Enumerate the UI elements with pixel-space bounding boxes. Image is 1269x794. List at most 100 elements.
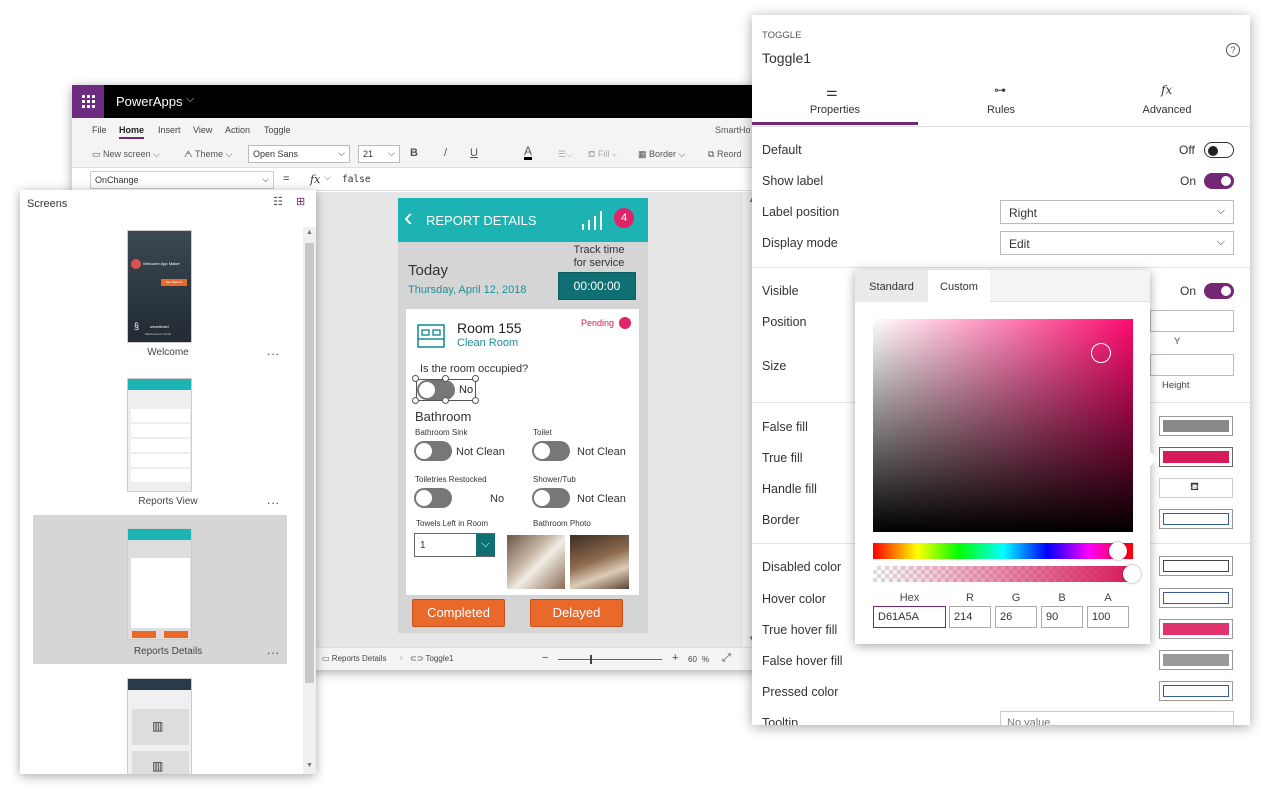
- a-input[interactable]: 100: [1087, 606, 1129, 628]
- resize-handle[interactable]: [442, 375, 449, 382]
- visible-toggle[interactable]: [1204, 283, 1234, 299]
- hue-slider[interactable]: [873, 543, 1133, 559]
- r-input[interactable]: 214: [949, 606, 991, 628]
- towels-dropdown[interactable]: 1 ⌵: [414, 533, 495, 557]
- chevron-down-icon: ⌵: [338, 148, 345, 158]
- back-arrow-icon[interactable]: ‹: [404, 202, 413, 232]
- tab-advanced[interactable]: fx Advanced: [1084, 80, 1250, 125]
- fx-icon[interactable]: fx: [310, 173, 320, 186]
- toilet-toggle[interactable]: [532, 441, 570, 461]
- tooltip-input[interactable]: [1000, 711, 1234, 725]
- zoom-out-button[interactable]: −: [542, 652, 548, 664]
- font-color-button[interactable]: A: [524, 145, 533, 160]
- display-mode-select[interactable]: Edit ⌵: [1000, 231, 1234, 255]
- notification-badge[interactable]: 4: [614, 208, 634, 228]
- formula-input[interactable]: false: [342, 174, 371, 185]
- italic-button[interactable]: /: [444, 147, 447, 159]
- occupied-toggle[interactable]: [417, 380, 455, 400]
- menu-home[interactable]: Home: [119, 125, 145, 139]
- menu-file[interactable]: File: [92, 125, 107, 135]
- align-icon[interactable]: ☰⌵: [558, 149, 573, 160]
- zoom-in-button[interactable]: +: [672, 652, 678, 664]
- zoom-slider-thumb[interactable]: [590, 655, 592, 664]
- menu-view[interactable]: View: [193, 125, 212, 135]
- hex-input[interactable]: D61A5A: [873, 606, 946, 628]
- more-icon[interactable]: ...: [267, 643, 280, 657]
- show-label-toggle[interactable]: [1204, 173, 1234, 189]
- new-screen-button[interactable]: ▭ New screen ⌵: [92, 149, 160, 160]
- true-fill-swatch[interactable]: [1159, 447, 1233, 467]
- menu-action[interactable]: Action: [225, 125, 250, 135]
- zoom-slider[interactable]: [558, 659, 662, 660]
- scroll-down-icon[interactable]: ▼: [306, 762, 313, 769]
- scrollbar-thumb[interactable]: [305, 243, 314, 683]
- theme-button[interactable]: ᗅ Theme ⌵: [184, 149, 232, 160]
- alpha-slider[interactable]: [873, 566, 1133, 582]
- control-name[interactable]: Toggle1: [762, 50, 811, 66]
- disabled-color-swatch[interactable]: [1159, 556, 1233, 576]
- scroll-up-icon[interactable]: ▲: [306, 229, 313, 236]
- false-fill-swatch[interactable]: [1159, 416, 1233, 436]
- alpha-handle[interactable]: [1123, 565, 1141, 583]
- chevron-down-icon[interactable]: ⌵: [476, 534, 495, 556]
- tab-rules[interactable]: ⊶ Rules: [918, 80, 1084, 125]
- timer-button[interactable]: 00:00:00: [558, 272, 636, 300]
- hover-color-swatch[interactable]: [1159, 588, 1233, 608]
- more-icon[interactable]: ...: [267, 493, 280, 507]
- resize-handle[interactable]: [412, 397, 419, 404]
- pressed-color-swatch[interactable]: [1159, 681, 1233, 701]
- border-swatch[interactable]: [1159, 509, 1233, 529]
- completed-button[interactable]: Completed: [412, 599, 505, 627]
- resize-handle[interactable]: [472, 397, 479, 404]
- screen-thumb-analytics[interactable]: ▥ ▥: [127, 678, 192, 774]
- app-name[interactable]: PowerApps: [116, 94, 182, 109]
- waffle-icon[interactable]: [72, 85, 104, 118]
- false-hover-swatch[interactable]: [1159, 650, 1233, 670]
- help-icon[interactable]: ?: [1226, 43, 1240, 57]
- zoom-unit: %: [702, 655, 710, 664]
- more-icon[interactable]: ...: [267, 344, 280, 358]
- handle-fill-swatch[interactable]: ⛾: [1159, 478, 1233, 498]
- tab-properties[interactable]: ⚌ Properties: [752, 80, 918, 125]
- property-select[interactable]: OnChange ⌵: [90, 171, 274, 189]
- font-select[interactable]: Open Sans ⌵: [248, 145, 350, 163]
- chevron-down-icon[interactable]: ⌵: [324, 172, 331, 183]
- saturation-handle[interactable]: [1091, 343, 1111, 363]
- control-crumb[interactable]: ⊂⊃ Toggle1: [410, 654, 454, 663]
- sink-toggle[interactable]: [414, 441, 452, 461]
- b-input[interactable]: 90: [1041, 606, 1083, 628]
- resize-handle[interactable]: [472, 375, 479, 382]
- fit-screen-icon[interactable]: ⤢: [722, 652, 731, 665]
- size-height-input[interactable]: [1150, 354, 1234, 376]
- true-hover-swatch[interactable]: [1159, 619, 1233, 639]
- g-input[interactable]: 26: [995, 606, 1037, 628]
- chevron-down-icon: ⌵: [1216, 236, 1225, 248]
- underline-button[interactable]: U: [470, 147, 478, 159]
- label-position-select[interactable]: Right ⌵: [1000, 200, 1234, 224]
- screen-crumb[interactable]: ▭ Reports Details: [322, 654, 386, 663]
- screen-thumb-reports-view[interactable]: [127, 378, 192, 492]
- default-toggle[interactable]: [1204, 142, 1234, 158]
- delayed-button[interactable]: Delayed: [530, 599, 623, 627]
- font-size-select[interactable]: 21 ⌵: [358, 145, 400, 163]
- signal-icon[interactable]: [580, 208, 604, 232]
- bold-button[interactable]: B: [410, 147, 418, 159]
- menu-toggle[interactable]: Toggle: [264, 125, 291, 135]
- resize-handle[interactable]: [442, 397, 449, 404]
- menu-insert[interactable]: Insert: [158, 125, 181, 135]
- resize-handle[interactable]: [412, 375, 419, 382]
- screen-thumb-reports-details[interactable]: [127, 528, 192, 640]
- screen-thumb-welcome[interactable]: Welcome App Maker See Reports § smarthot…: [127, 230, 192, 343]
- border-button[interactable]: ▦ Border ⌵: [638, 149, 685, 160]
- reorder-button[interactable]: ⧉ Reord: [708, 149, 741, 160]
- chevron-down-icon[interactable]: ⌵: [186, 93, 194, 106]
- list-view-icon[interactable]: ☷: [273, 195, 283, 208]
- toiletries-toggle[interactable]: [414, 488, 452, 508]
- grid-view-icon[interactable]: ⊞: [296, 195, 305, 208]
- shower-toggle[interactable]: [532, 488, 570, 508]
- tab-standard[interactable]: Standard: [855, 270, 928, 302]
- tab-custom[interactable]: Custom: [928, 270, 990, 303]
- position-y-input[interactable]: [1150, 310, 1234, 332]
- fill-button[interactable]: ⛾ Fill ⌵: [588, 149, 617, 161]
- hue-handle[interactable]: [1109, 542, 1127, 560]
